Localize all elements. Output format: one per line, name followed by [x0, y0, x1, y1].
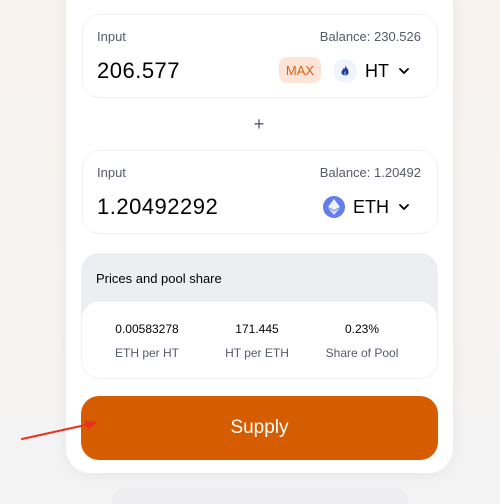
- prices-stats-panel: 0.00583278 ETH per HT 171.445 HT per ETH…: [81, 301, 438, 379]
- input-a-label: Input: [97, 29, 126, 44]
- stat-label: Share of Pool: [325, 346, 399, 360]
- stat-eth-per-ht: 0.00583278 ETH per HT: [92, 322, 202, 360]
- stat-value: 0.00583278: [115, 322, 179, 336]
- chevron-down-icon: [399, 68, 409, 74]
- bottom-card: [112, 488, 408, 504]
- input-b-label: Input: [97, 165, 126, 180]
- stat-share-of-pool: 0.23% Share of Pool: [307, 322, 417, 360]
- stat-value: 171.445: [235, 322, 279, 336]
- input-panel-b: Input Balance: 1.20492 1.20492292 ETH: [82, 150, 438, 234]
- plus-icon: +: [253, 114, 265, 134]
- prices-pool-share-box: Prices and pool share 0.00583278 ETH per…: [81, 253, 438, 379]
- token-select-b[interactable]: ETH: [323, 193, 411, 221]
- annotation-arrow-icon: [21, 420, 98, 440]
- prices-title: Prices and pool share: [96, 271, 222, 286]
- input-a-amount-field[interactable]: 206.577: [97, 58, 180, 84]
- chevron-down-icon: [399, 204, 409, 210]
- stat-value: 0.23%: [344, 322, 380, 336]
- stat-ht-per-eth: 171.445 HT per ETH: [202, 322, 312, 360]
- eth-icon: [323, 196, 345, 218]
- input-b-balance: Balance: 1.20492: [319, 165, 421, 180]
- input-panel-a: Input Balance: 230.526 206.577 MAX HT: [82, 14, 438, 98]
- supply-button[interactable]: Supply: [81, 396, 438, 460]
- token-a-name: HT: [365, 60, 389, 81]
- token-select-a[interactable]: HT: [333, 57, 411, 85]
- token-b-name: ETH: [353, 196, 389, 217]
- stat-label: HT per ETH: [225, 346, 289, 360]
- input-a-balance: Balance: 230.526: [319, 29, 421, 44]
- ht-flame-icon: [333, 59, 357, 83]
- max-button[interactable]: MAX: [279, 57, 321, 83]
- input-b-amount-field[interactable]: 1.20492292: [97, 194, 218, 220]
- stat-label: ETH per HT: [114, 346, 179, 360]
